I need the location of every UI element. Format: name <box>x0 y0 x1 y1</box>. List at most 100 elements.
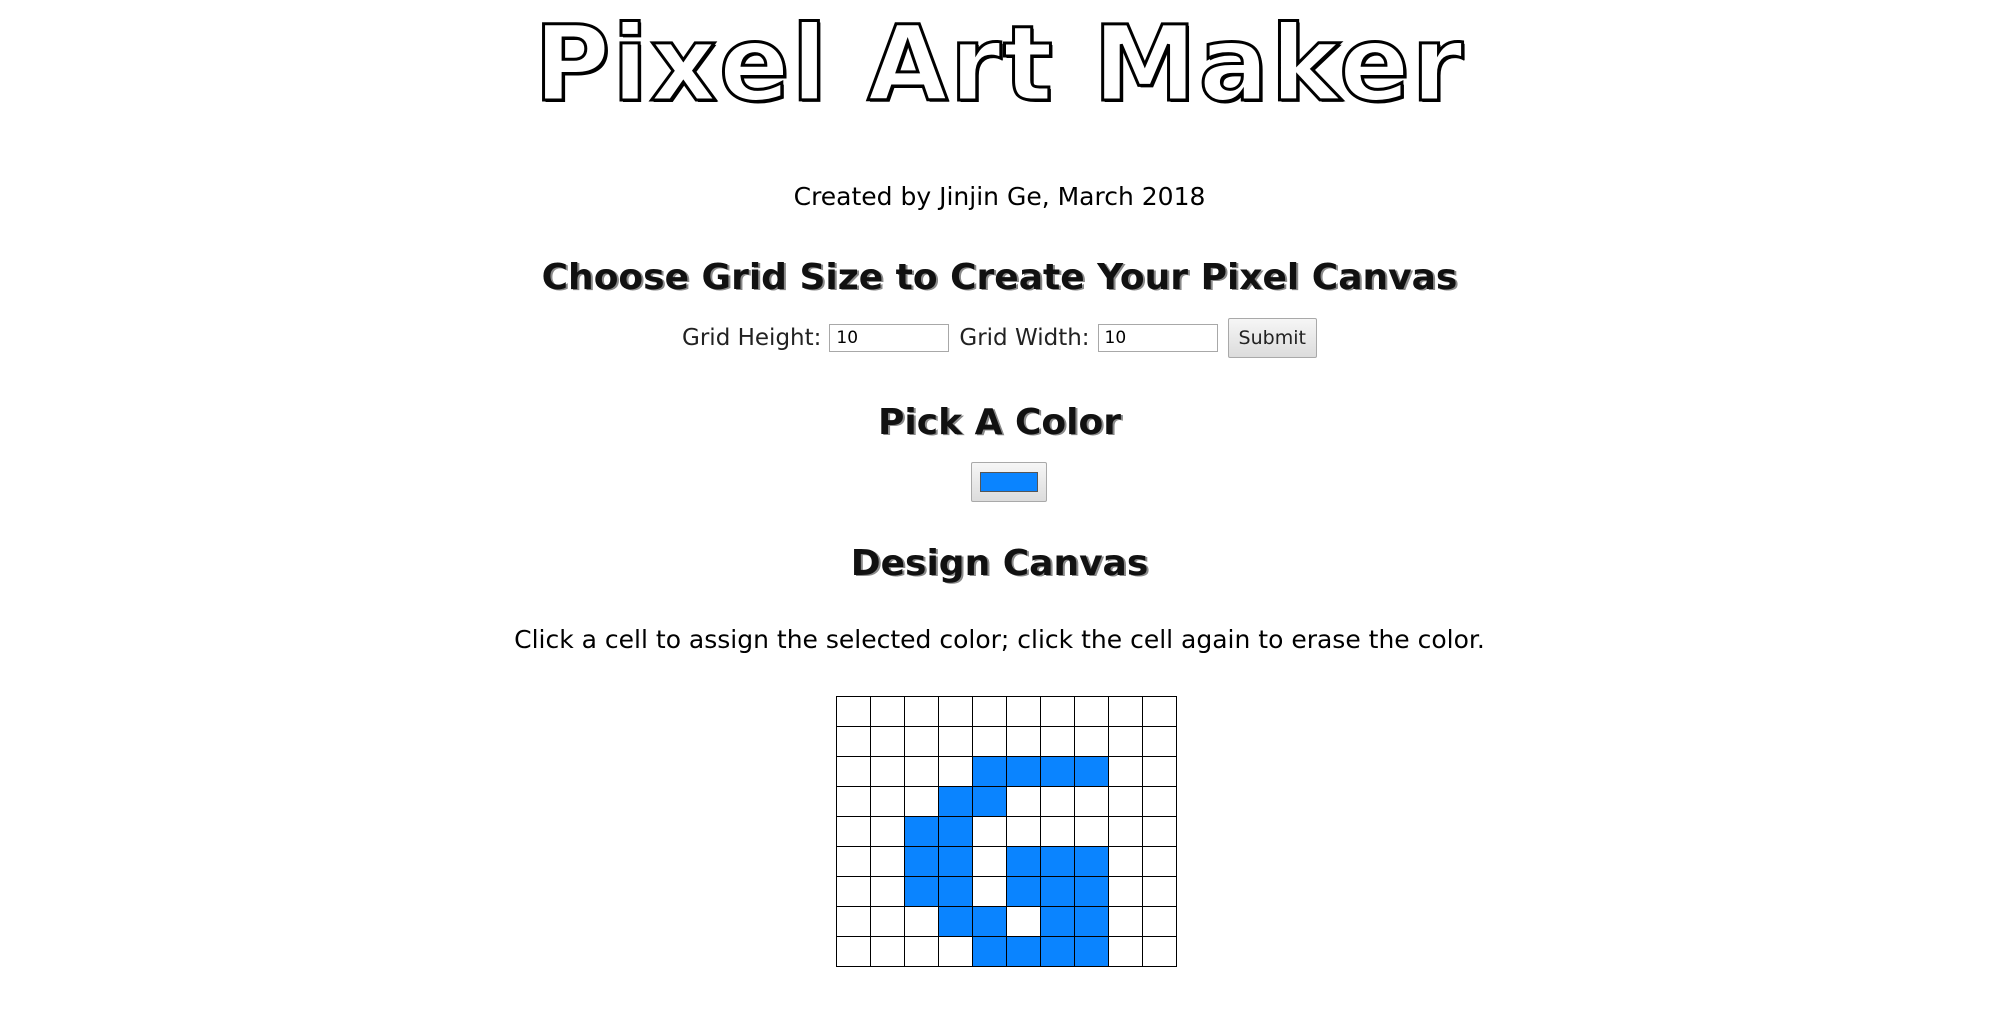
grid-height-input[interactable] <box>829 324 950 352</box>
canvas-cell[interactable] <box>938 906 973 937</box>
canvas-cell[interactable] <box>904 786 939 817</box>
design-canvas-heading: Design Canvas <box>850 543 1149 584</box>
canvas-cell[interactable] <box>1040 906 1075 937</box>
canvas-cell[interactable] <box>938 816 973 847</box>
canvas-cell[interactable] <box>1006 726 1041 757</box>
canvas-cell[interactable] <box>836 936 871 967</box>
canvas-cell[interactable] <box>1006 696 1041 727</box>
canvas-cell[interactable] <box>870 906 905 937</box>
canvas-cell[interactable] <box>1142 936 1177 967</box>
canvas-cell[interactable] <box>972 906 1007 937</box>
canvas-cell[interactable] <box>938 846 973 877</box>
canvas-cell[interactable] <box>972 816 1007 847</box>
canvas-cell[interactable] <box>870 726 905 757</box>
canvas-cell[interactable] <box>972 846 1007 877</box>
canvas-cell[interactable] <box>870 936 905 967</box>
canvas-cell[interactable] <box>836 726 871 757</box>
canvas-cell[interactable] <box>1006 846 1041 877</box>
canvas-cell[interactable] <box>1006 876 1041 907</box>
canvas-instructions: Click a cell to assign the selected colo… <box>514 625 1485 654</box>
canvas-cell[interactable] <box>1074 816 1109 847</box>
canvas-cell[interactable] <box>938 756 973 787</box>
canvas-cell[interactable] <box>1040 816 1075 847</box>
canvas-cell[interactable] <box>836 906 871 937</box>
canvas-cell[interactable] <box>1006 936 1041 967</box>
canvas-cell[interactable] <box>1108 906 1143 937</box>
canvas-cell[interactable] <box>836 846 871 877</box>
canvas-cell[interactable] <box>870 816 905 847</box>
canvas-cell[interactable] <box>1074 726 1109 757</box>
canvas-cell[interactable] <box>836 696 871 727</box>
canvas-cell[interactable] <box>972 786 1007 817</box>
canvas-cell[interactable] <box>1108 846 1143 877</box>
canvas-row <box>836 936 1177 967</box>
color-picker[interactable] <box>971 462 1047 502</box>
canvas-cell[interactable] <box>1040 846 1075 877</box>
canvas-cell[interactable] <box>1108 936 1143 967</box>
canvas-cell[interactable] <box>972 696 1007 727</box>
canvas-cell[interactable] <box>1074 696 1109 727</box>
canvas-cell[interactable] <box>1040 786 1075 817</box>
canvas-cell[interactable] <box>938 936 973 967</box>
canvas-cell[interactable] <box>972 726 1007 757</box>
canvas-cell[interactable] <box>938 696 973 727</box>
canvas-cell[interactable] <box>1074 936 1109 967</box>
canvas-cell[interactable] <box>1108 786 1143 817</box>
canvas-cell[interactable] <box>1108 876 1143 907</box>
canvas-cell[interactable] <box>870 846 905 877</box>
canvas-cell[interactable] <box>904 936 939 967</box>
canvas-cell[interactable] <box>836 756 871 787</box>
canvas-cell[interactable] <box>1142 756 1177 787</box>
grid-width-input[interactable] <box>1097 324 1218 352</box>
canvas-cell[interactable] <box>904 816 939 847</box>
canvas-cell[interactable] <box>938 876 973 907</box>
canvas-cell[interactable] <box>836 786 871 817</box>
canvas-cell[interactable] <box>904 696 939 727</box>
canvas-cell[interactable] <box>1006 756 1041 787</box>
canvas-cell[interactable] <box>938 786 973 817</box>
canvas-cell[interactable] <box>972 936 1007 967</box>
canvas-cell[interactable] <box>904 906 939 937</box>
canvas-cell[interactable] <box>1040 696 1075 727</box>
canvas-cell[interactable] <box>1142 696 1177 727</box>
submit-button[interactable]: Submit <box>1227 318 1317 358</box>
canvas-cell[interactable] <box>1006 786 1041 817</box>
canvas-cell[interactable] <box>870 876 905 907</box>
canvas-cell[interactable] <box>1142 816 1177 847</box>
page-title: Pixel Art Maker <box>533 3 1465 126</box>
canvas-cell[interactable] <box>904 726 939 757</box>
canvas-cell[interactable] <box>1006 816 1041 847</box>
canvas-row <box>836 756 1177 787</box>
canvas-cell[interactable] <box>836 816 871 847</box>
canvas-cell[interactable] <box>1040 936 1075 967</box>
canvas-cell[interactable] <box>1074 756 1109 787</box>
canvas-cell[interactable] <box>1142 906 1177 937</box>
canvas-cell[interactable] <box>870 756 905 787</box>
canvas-cell[interactable] <box>1108 726 1143 757</box>
canvas-cell[interactable] <box>904 876 939 907</box>
canvas-cell[interactable] <box>1108 696 1143 727</box>
canvas-cell[interactable] <box>1074 786 1109 817</box>
canvas-cell[interactable] <box>1074 906 1109 937</box>
canvas-cell[interactable] <box>1108 816 1143 847</box>
canvas-cell[interactable] <box>1108 756 1143 787</box>
canvas-cell[interactable] <box>1142 726 1177 757</box>
canvas-cell[interactable] <box>836 876 871 907</box>
canvas-cell[interactable] <box>1074 846 1109 877</box>
canvas-cell[interactable] <box>870 786 905 817</box>
canvas-cell[interactable] <box>972 876 1007 907</box>
canvas-cell[interactable] <box>1074 876 1109 907</box>
canvas-cell[interactable] <box>1040 756 1075 787</box>
canvas-cell[interactable] <box>938 726 973 757</box>
canvas-cell[interactable] <box>870 696 905 727</box>
canvas-cell[interactable] <box>1040 876 1075 907</box>
canvas-cell[interactable] <box>1006 906 1041 937</box>
canvas-cell[interactable] <box>1142 876 1177 907</box>
canvas-cell[interactable] <box>972 756 1007 787</box>
canvas-cell[interactable] <box>1142 846 1177 877</box>
canvas-cell[interactable] <box>1142 786 1177 817</box>
grid-width-label: Grid Width: <box>959 325 1090 351</box>
canvas-cell[interactable] <box>1040 726 1075 757</box>
canvas-cell[interactable] <box>904 846 939 877</box>
canvas-cell[interactable] <box>904 756 939 787</box>
